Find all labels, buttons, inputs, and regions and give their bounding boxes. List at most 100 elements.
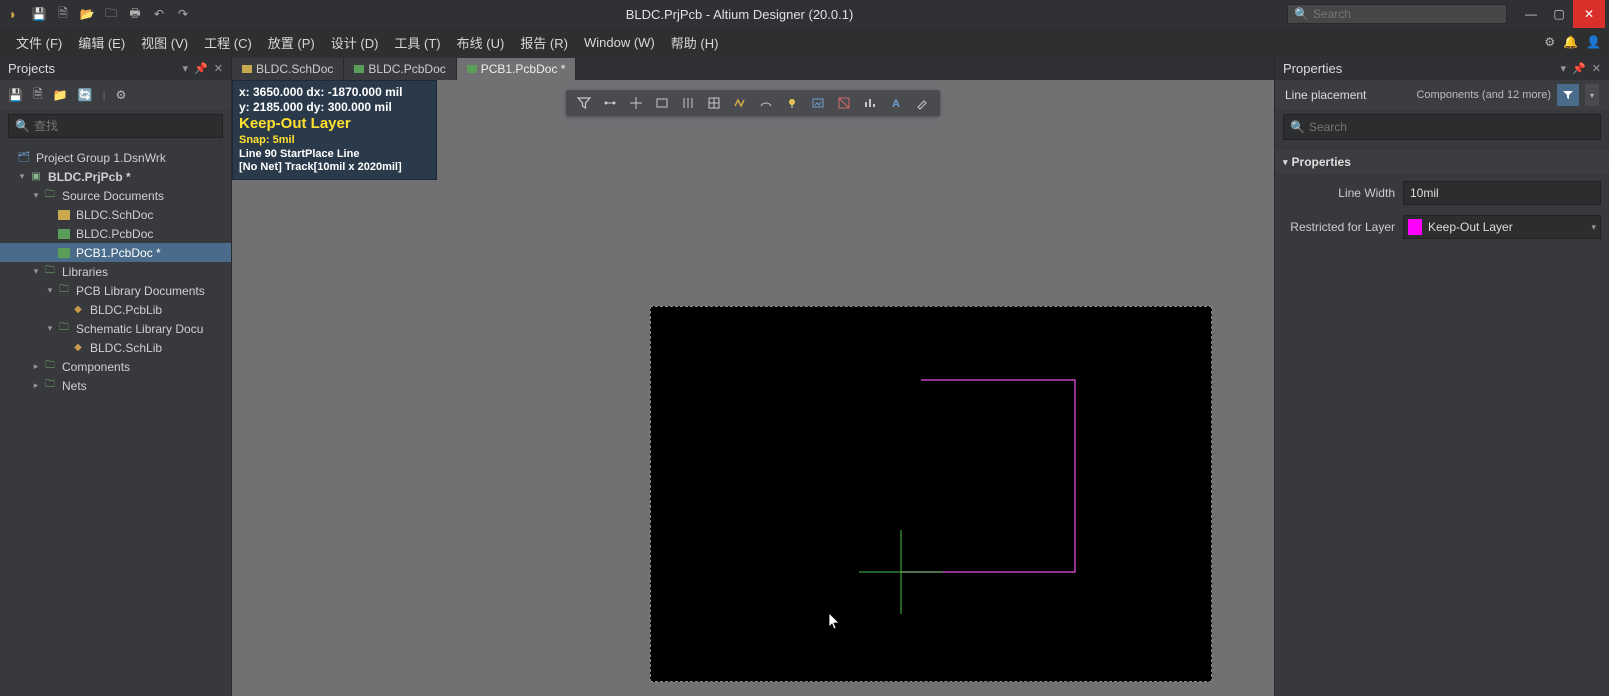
- restricted-layer-label: Restricted for Layer: [1283, 220, 1403, 234]
- menu-window[interactable]: Window (W): [576, 31, 663, 54]
- canvas-wrap[interactable]: x: 3650.000 dx: -1870.000 mil y: 2185.00…: [232, 80, 1274, 696]
- layer-color-swatch: [1408, 219, 1422, 235]
- menu-project[interactable]: 工程 (C): [196, 29, 260, 56]
- pin-icon[interactable]: 📌: [1572, 62, 1586, 75]
- keepout-track: [901, 380, 1075, 572]
- heads-up-display: x: 3650.000 dx: -1870.000 mil y: 2185.00…: [232, 80, 437, 180]
- pcb-canvas[interactable]: [650, 306, 1212, 682]
- menu-route[interactable]: 布线 (U): [449, 29, 513, 56]
- open-icon[interactable]: 📂: [78, 5, 96, 23]
- properties-search-input[interactable]: [1309, 120, 1594, 134]
- crosshair-icon[interactable]: [624, 92, 648, 114]
- properties-search[interactable]: 🔍: [1283, 114, 1601, 140]
- grid-icon[interactable]: [702, 92, 726, 114]
- rect-icon[interactable]: [650, 92, 674, 114]
- tree-project-group[interactable]: 🗂Project Group 1.DsnWrk: [0, 148, 231, 167]
- gear-icon[interactable]: ⚙: [116, 88, 127, 102]
- editor-area: BLDC.SchDoc BLDC.PcbDoc PCB1.PcbDoc * x:…: [232, 56, 1274, 696]
- board-icon[interactable]: [832, 92, 856, 114]
- line-width-input[interactable]: 10mil: [1403, 181, 1601, 205]
- filter-icon[interactable]: [572, 92, 596, 114]
- tree-project[interactable]: ▾▣BLDC.PrjPcb *: [0, 167, 231, 186]
- canvas-toolbar: A: [566, 90, 940, 116]
- folder-icon[interactable]: 📁: [53, 88, 68, 102]
- tree-schlib[interactable]: ◆BLDC.SchLib: [0, 338, 231, 357]
- tree-libraries[interactable]: ▾🗀Libraries: [0, 262, 231, 281]
- menu-help[interactable]: 帮助 (H): [663, 29, 727, 56]
- properties-section-header[interactable]: ▾ Properties: [1275, 150, 1609, 174]
- properties-subheader: Line placement Components (and 12 more) …: [1275, 80, 1609, 110]
- tree-source-docs[interactable]: ▾🗀Source Documents: [0, 186, 231, 205]
- hud-layer: Keep-Out Layer: [239, 115, 430, 134]
- tree-pcbdoc[interactable]: BLDC.PcbDoc: [0, 224, 231, 243]
- menu-view[interactable]: 视图 (V): [133, 29, 196, 56]
- tab-pcbdoc[interactable]: BLDC.PcbDoc: [344, 58, 456, 80]
- line-width-row: Line Width 10mil: [1275, 178, 1609, 208]
- menu-place[interactable]: 放置 (P): [260, 29, 323, 56]
- tree-pcb1doc[interactable]: PCB1.PcbDoc *: [0, 243, 231, 262]
- tree-nets[interactable]: ▸🗀Nets: [0, 376, 231, 395]
- snap-icon[interactable]: [598, 92, 622, 114]
- global-search[interactable]: 🔍: [1287, 4, 1507, 24]
- filter-button[interactable]: [1557, 84, 1579, 106]
- close-button[interactable]: ✕: [1573, 0, 1605, 28]
- tree-pcb-lib-docs[interactable]: ▾🗀PCB Library Documents: [0, 281, 231, 300]
- save-icon[interactable]: 💾: [8, 88, 23, 102]
- edit-icon[interactable]: [910, 92, 934, 114]
- image-icon[interactable]: [806, 92, 830, 114]
- tree-sch-lib-docs[interactable]: ▾🗀Schematic Library Docu: [0, 319, 231, 338]
- save-all-icon[interactable]: 🗎: [54, 5, 72, 23]
- save-icon[interactable]: 💾: [30, 5, 48, 23]
- titlebar: ◗ 💾 🗎 📂 🗀 🖶 ↶ ↷ BLDC.PrjPcb - Altium Des…: [0, 0, 1609, 28]
- document-tabs: BLDC.SchDoc BLDC.PcbDoc PCB1.PcbDoc *: [232, 56, 1274, 80]
- hud-coord-x: x: 3650.000 dx: -1870.000 mil: [239, 85, 430, 100]
- minimize-button[interactable]: —: [1517, 0, 1545, 28]
- menu-tools[interactable]: 工具 (T): [386, 29, 448, 56]
- measure-icon[interactable]: [754, 92, 778, 114]
- tab-schdoc[interactable]: BLDC.SchDoc: [232, 58, 344, 80]
- global-search-input[interactable]: [1313, 7, 1500, 21]
- tree-pcblib[interactable]: ◆BLDC.PcbLib: [0, 300, 231, 319]
- gear-icon[interactable]: ⚙: [1544, 35, 1555, 49]
- dropdown-icon[interactable]: ▾: [1561, 62, 1567, 75]
- properties-scope[interactable]: Components (and 12 more): [1416, 89, 1551, 101]
- menu-edit[interactable]: 编辑 (E): [70, 29, 133, 56]
- align-icon[interactable]: [676, 92, 700, 114]
- svg-text:A: A: [892, 98, 900, 110]
- tree-components[interactable]: ▸🗀Components: [0, 357, 231, 376]
- menubar: 文件 (F) 编辑 (E) 视图 (V) 工程 (C) 放置 (P) 设计 (D…: [0, 28, 1609, 56]
- pin-icon[interactable]: 📌: [194, 62, 208, 75]
- panel-close-icon[interactable]: ✕: [1592, 62, 1601, 75]
- restricted-layer-select[interactable]: Keep-Out Layer ▾: [1403, 215, 1601, 239]
- search-icon: 🔍: [1294, 7, 1309, 21]
- user-icon[interactable]: 👤: [1586, 35, 1601, 49]
- folder-icon[interactable]: 🗀: [102, 5, 120, 23]
- bulb-icon[interactable]: [780, 92, 804, 114]
- properties-subtitle: Line placement: [1285, 88, 1416, 102]
- maximize-button[interactable]: ▢: [1545, 0, 1573, 28]
- window-title: BLDC.PrjPcb - Altium Designer (20.0.1): [192, 7, 1287, 22]
- projects-toolbar: 💾 🗎 📁 🔄 | ⚙: [0, 80, 231, 110]
- trace-icon[interactable]: [728, 92, 752, 114]
- redo-icon[interactable]: ↷: [174, 5, 192, 23]
- properties-title: Properties: [1283, 61, 1561, 76]
- app-icon: ◗: [4, 5, 22, 23]
- projects-search[interactable]: 🔍: [8, 114, 223, 138]
- chart-icon[interactable]: [858, 92, 882, 114]
- menu-file[interactable]: 文件 (F): [8, 29, 70, 56]
- panel-close-icon[interactable]: ✕: [214, 62, 223, 75]
- new-doc-icon[interactable]: 🗎: [33, 85, 43, 106]
- menu-report[interactable]: 报告 (R): [512, 29, 576, 56]
- filter-dropdown[interactable]: ▾: [1585, 84, 1599, 106]
- print-icon[interactable]: 🖶: [126, 5, 144, 23]
- text-icon[interactable]: A: [884, 92, 908, 114]
- projects-search-input[interactable]: [34, 119, 216, 133]
- bell-icon[interactable]: 🔔: [1563, 35, 1578, 49]
- refresh-icon[interactable]: 🔄: [78, 88, 93, 102]
- dropdown-icon[interactable]: ▾: [183, 62, 189, 75]
- undo-icon[interactable]: ↶: [150, 5, 168, 23]
- tree-schdoc[interactable]: BLDC.SchDoc: [0, 205, 231, 224]
- search-icon: 🔍: [15, 119, 30, 133]
- menu-design[interactable]: 设计 (D): [323, 29, 387, 56]
- tab-pcb1doc[interactable]: PCB1.PcbDoc *: [457, 58, 577, 80]
